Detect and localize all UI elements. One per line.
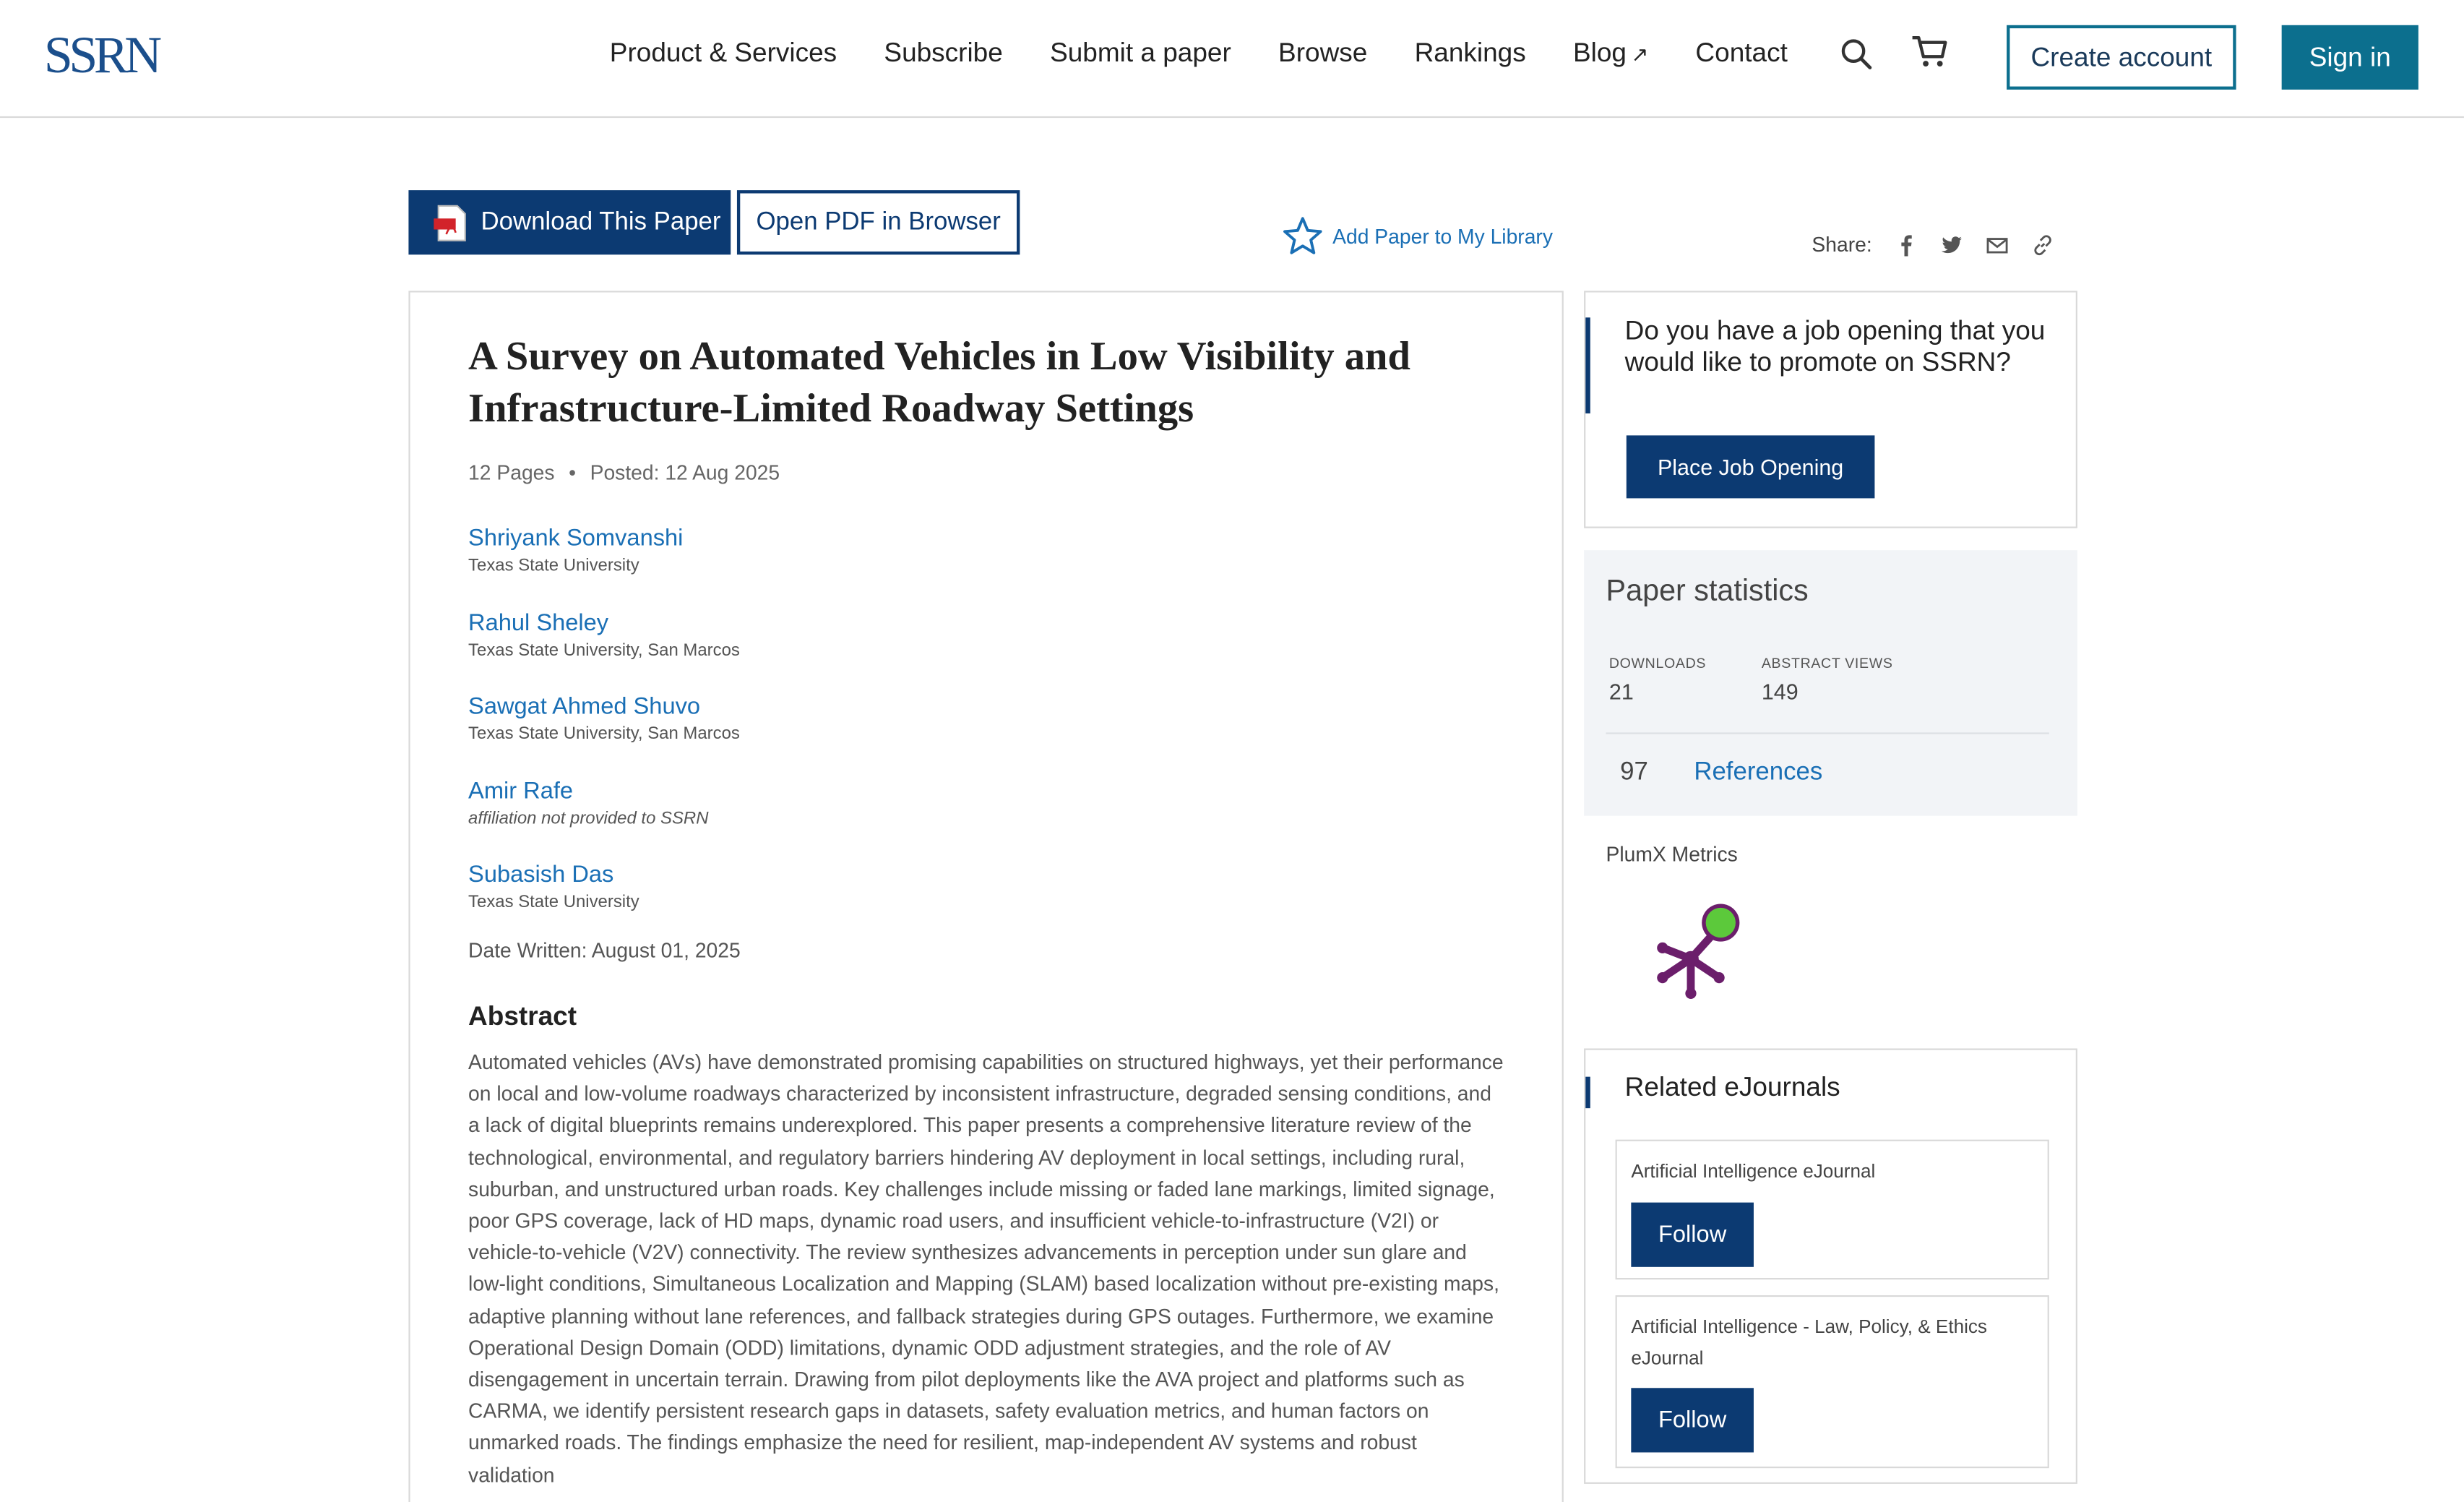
- paper-title: A Survey on Automated Vehicles in Low Vi…: [468, 333, 1410, 431]
- date-written: Date Written: August 01, 2025: [468, 938, 741, 962]
- abstract-views-label: ABSTRACT VIEWS: [1761, 655, 1893, 671]
- author-item: Amir Rafe affiliation not provided to SS…: [468, 776, 740, 859]
- sign-in-button[interactable]: Sign in: [2281, 25, 2418, 90]
- references-count: 97: [1620, 759, 1648, 786]
- place-job-opening-button[interactable]: Place Job Opening: [1626, 435, 1875, 499]
- external-link-icon: ↗: [1631, 42, 1649, 66]
- references-link[interactable]: References: [1694, 759, 1822, 787]
- job-promo-box: Do you have a job opening that you would…: [1584, 291, 2077, 528]
- author-name-link[interactable]: Rahul Sheley: [468, 608, 740, 638]
- abstract-text: Automated vehicles (AVs) have demonstrat…: [468, 1050, 1504, 1487]
- stats-divider: [1606, 732, 2049, 734]
- accent-bar: [1585, 317, 1590, 413]
- nav-blog[interactable]: Blog ↗: [1573, 38, 1648, 69]
- ejournal-card: Artificial Intelligence eJournal Follow: [1615, 1139, 2049, 1280]
- author-item: Subasish Das Texas State University: [468, 860, 740, 944]
- posted-date: Posted: 12 Aug 2025: [590, 460, 780, 484]
- related-ejournals-box: Related eJournals Artificial Intelligenc…: [1584, 1048, 2077, 1484]
- author-item: Shriyank Somvanshi Texas State Universit…: [468, 523, 740, 607]
- open-pdf-button[interactable]: Open PDF in Browser: [736, 190, 1020, 255]
- abstract-heading: Abstract: [468, 1001, 577, 1031]
- paper-meta: 12 Pages • Posted: 12 Aug 2025: [468, 460, 780, 484]
- link-icon[interactable]: [2033, 233, 2054, 255]
- email-icon[interactable]: [1987, 233, 2009, 255]
- search-icon[interactable]: [1840, 38, 1874, 71]
- job-promo-text: Do you have a job opening that you would…: [1624, 316, 2046, 377]
- download-paper-button[interactable]: Download This Paper: [408, 190, 731, 255]
- author-item: Rahul Sheley Texas State University, San…: [468, 608, 740, 692]
- share-label: Share:: [1812, 232, 1872, 257]
- plumx-label: PlumX Metrics: [1606, 842, 1738, 867]
- author-affiliation: Texas State University, San Marcos: [468, 724, 740, 744]
- nav-browse[interactable]: Browse: [1278, 38, 1367, 69]
- author-list: Shriyank Somvanshi Texas State Universit…: [468, 523, 740, 944]
- author-affiliation: Texas State University, San Marcos: [468, 640, 740, 660]
- paper-main-panel: A Survey on Automated Vehicles in Low Vi…: [408, 291, 1564, 1502]
- nav-blog-label: Blog: [1572, 38, 1627, 68]
- stats-heading: Paper statistics: [1606, 575, 1809, 609]
- ejournal-card: Artificial Intelligence - Law, Policy, &…: [1615, 1295, 2049, 1469]
- main-nav: Product & Services Subscribe Submit a pa…: [610, 38, 1835, 69]
- facebook-icon[interactable]: [1895, 233, 1917, 256]
- follow-button[interactable]: Follow: [1631, 1388, 1754, 1453]
- add-to-library-label: Add Paper to My Library: [1332, 223, 1554, 248]
- author-name-link[interactable]: Subasish Das: [468, 860, 740, 890]
- plumx-logo-icon[interactable]: [1644, 896, 1754, 1006]
- nav-rankings[interactable]: Rankings: [1415, 38, 1526, 69]
- add-to-library-link[interactable]: Add Paper to My Library: [1283, 215, 1553, 257]
- nav-subscribe[interactable]: Subscribe: [884, 38, 1002, 69]
- downloads-value: 21: [1608, 679, 1634, 705]
- author-name-link[interactable]: Shriyank Somvanshi: [468, 523, 740, 553]
- pdf-icon: [434, 204, 466, 241]
- nav-contact[interactable]: Contact: [1695, 38, 1787, 69]
- author-affiliation: Texas State University: [468, 893, 639, 912]
- accent-bar: [1585, 1076, 1590, 1109]
- paper-statistics-box: Paper statistics DOWNLOADS 21 ABSTRACT V…: [1584, 550, 2077, 816]
- twitter-icon[interactable]: [1941, 233, 1963, 255]
- related-ejournals-heading: Related eJournals: [1624, 1072, 1840, 1102]
- author-affiliation: affiliation not provided to SSRN: [468, 808, 709, 828]
- ejournal-name: Artificial Intelligence eJournal: [1631, 1159, 1876, 1183]
- ssrn-logo[interactable]: SSRN: [44, 28, 162, 86]
- nav-product-services[interactable]: Product & Services: [610, 38, 837, 69]
- page-count: 12 Pages: [468, 460, 555, 484]
- star-icon: [1283, 217, 1322, 254]
- cart-icon[interactable]: [1911, 35, 1948, 69]
- author-affiliation: Texas State University: [468, 556, 639, 575]
- create-account-button[interactable]: Create account: [2007, 25, 2236, 90]
- follow-button[interactable]: Follow: [1631, 1202, 1754, 1267]
- nav-submit-paper[interactable]: Submit a paper: [1050, 38, 1231, 69]
- share-bar: Share:: [1812, 232, 2054, 257]
- author-name-link[interactable]: Amir Rafe: [468, 776, 740, 805]
- abstract-views-value: 149: [1761, 679, 1799, 705]
- site-header: SSRN Product & Services Subscribe Submit…: [0, 0, 2464, 119]
- downloads-label: DOWNLOADS: [1608, 655, 1707, 671]
- author-name-link[interactable]: Sawgat Ahmed Shuvo: [468, 692, 740, 721]
- author-item: Sawgat Ahmed Shuvo Texas State Universit…: [468, 692, 740, 776]
- ejournal-name: Artificial Intelligence - Law, Policy, &…: [1631, 1316, 1988, 1370]
- meta-separator: •: [569, 460, 577, 484]
- download-paper-label: Download This Paper: [481, 208, 721, 236]
